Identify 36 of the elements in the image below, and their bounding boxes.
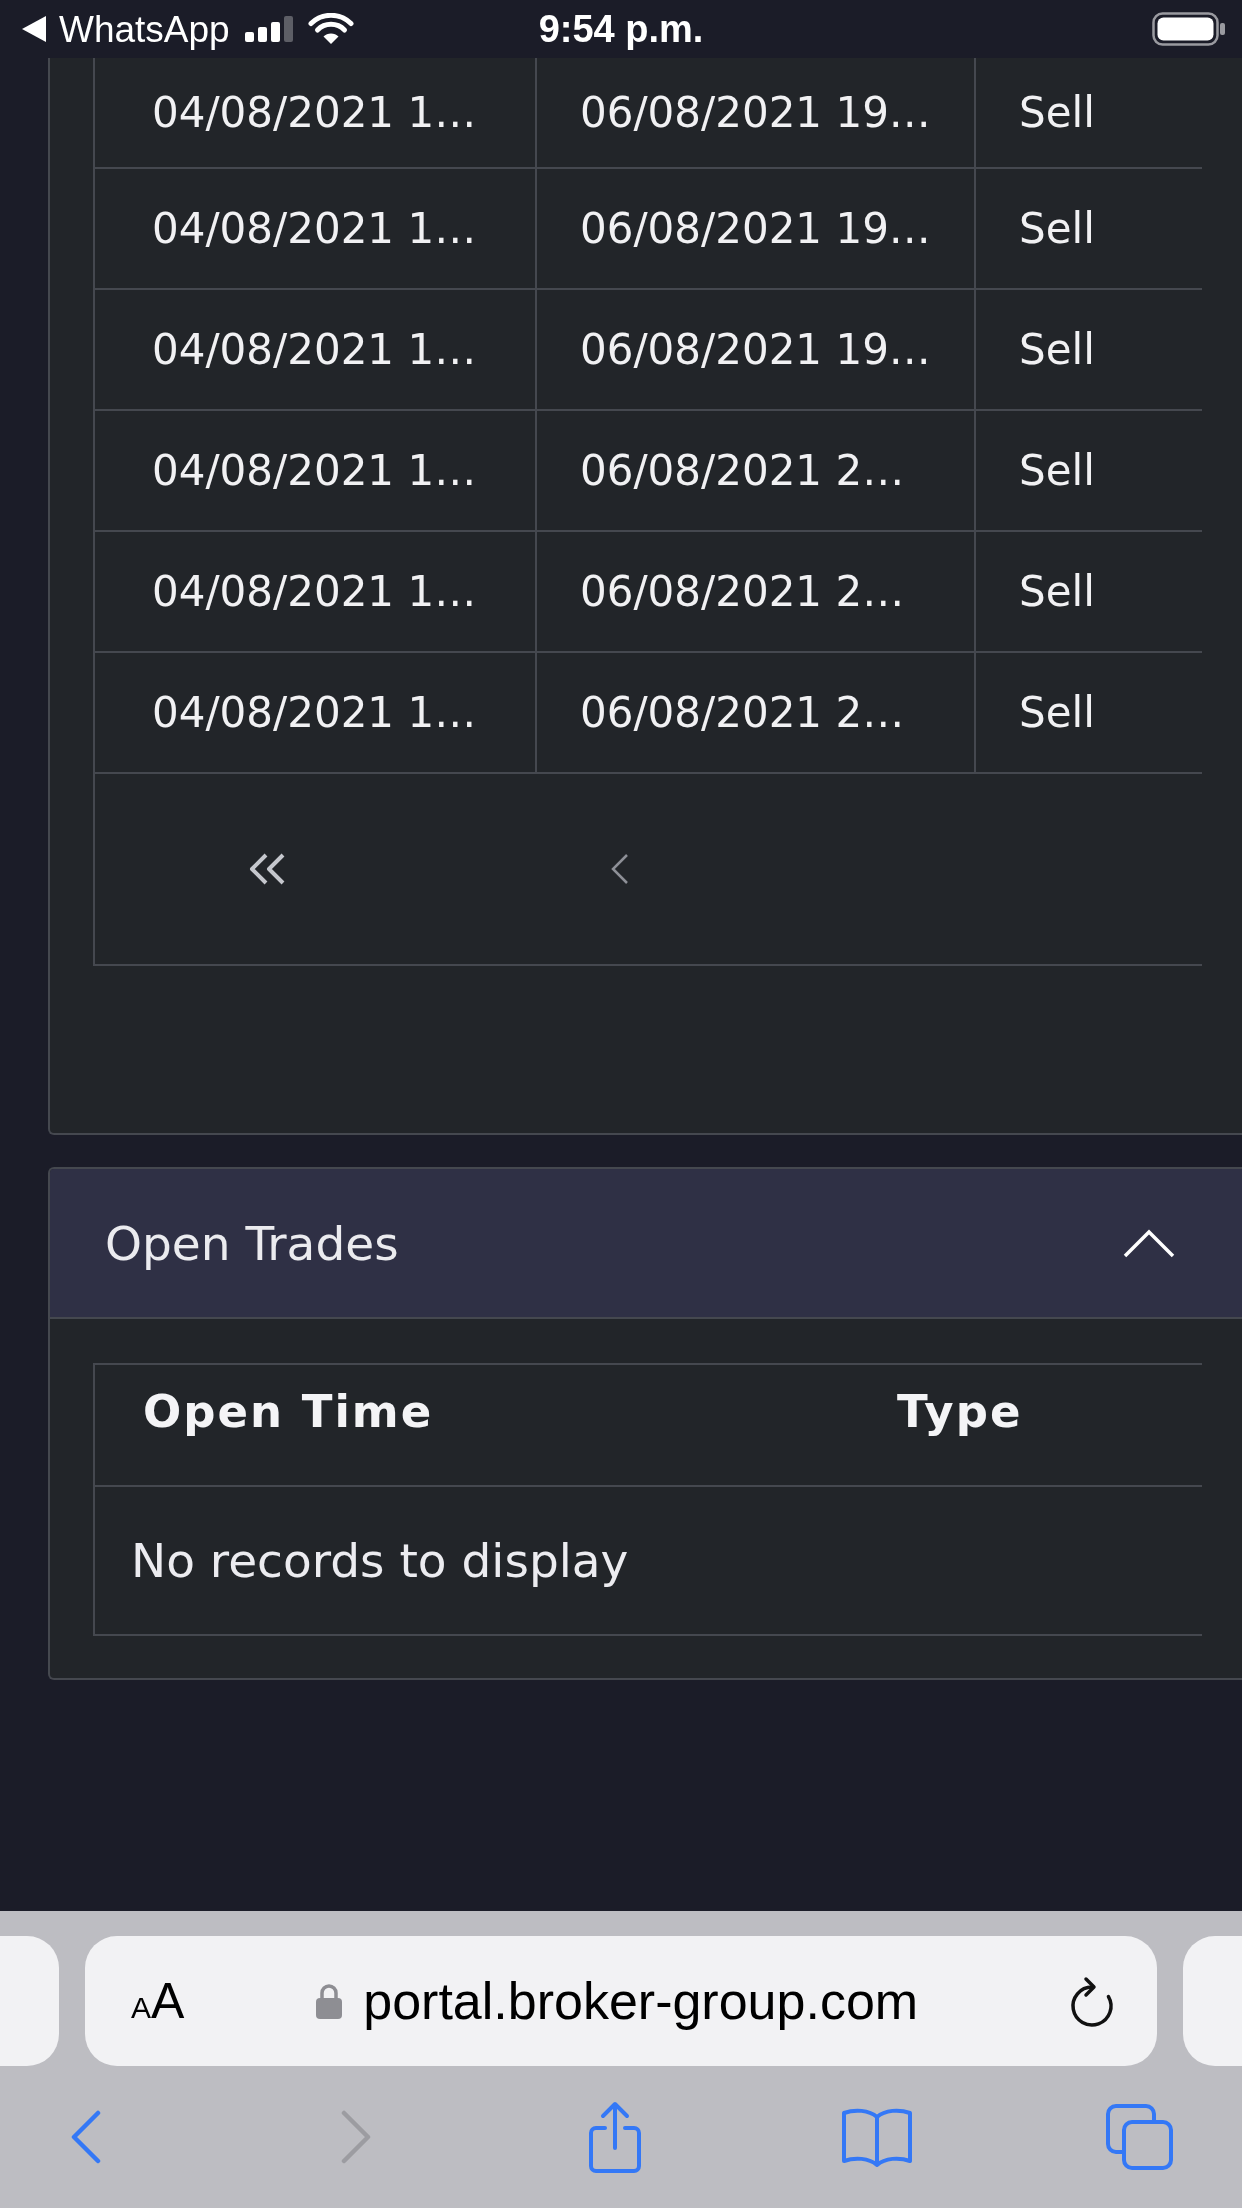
table-cell-text: Sell <box>1018 565 1096 618</box>
table-cell: 06/08/2021 19… <box>537 290 976 409</box>
back-to-app-button[interactable]: WhatsApp <box>22 10 230 48</box>
overlapping-squares-icon[interactable] <box>1106 2104 1173 2170</box>
chevron-up-icon[interactable] <box>1123 1228 1175 1258</box>
table-cell-text: Sell <box>1018 686 1096 739</box>
table-cell: 04/08/2021 1… <box>95 411 537 530</box>
wifi-icon <box>307 13 354 45</box>
table-cell: 04/08/2021 1… <box>95 653 537 772</box>
book-icon[interactable] <box>841 2107 913 2167</box>
triangle-left-icon <box>22 16 46 42</box>
table-cell: 06/08/2021 2… <box>537 411 976 530</box>
table-cell: 06/08/2021 2… <box>537 532 976 651</box>
table-cell: 04/08/2021 1… <box>95 169 537 288</box>
table-cell-text: Sell <box>1018 323 1096 376</box>
table-cell: 06/08/2021 19… <box>537 58 976 167</box>
table-cell-text: Sell <box>1018 86 1096 139</box>
text-size-button[interactable]: AA <box>131 1976 185 2026</box>
address-bar[interactable]: AA portal.broker-group.com <box>85 1936 1157 2066</box>
accordion-header[interactable]: Open Trades <box>50 1169 1242 1319</box>
share-icon[interactable] <box>587 2100 643 2174</box>
table-cell: 06/08/2021 19… <box>537 169 976 288</box>
column-header: Open Time <box>143 1384 434 1438</box>
status-time: 9:54 p.m. <box>538 10 704 48</box>
column-header: Type <box>897 1384 1023 1438</box>
table-cell: 04/08/2021 1… <box>95 532 537 651</box>
table-cell: 06/08/2021 2… <box>537 653 976 772</box>
table-cell-text: Sell <box>1018 202 1096 255</box>
table-cell: 04/08/2021 1… <box>95 58 537 167</box>
double-chevron-left-icon[interactable] <box>248 853 287 885</box>
chevron-left-icon[interactable] <box>71 2110 101 2164</box>
signal-icon <box>244 16 295 42</box>
table-cell: 04/08/2021 1… <box>95 290 537 409</box>
battery-icon <box>1152 12 1226 46</box>
table-cell-text: Sell <box>1018 444 1096 497</box>
chevron-left-icon[interactable] <box>610 854 629 884</box>
